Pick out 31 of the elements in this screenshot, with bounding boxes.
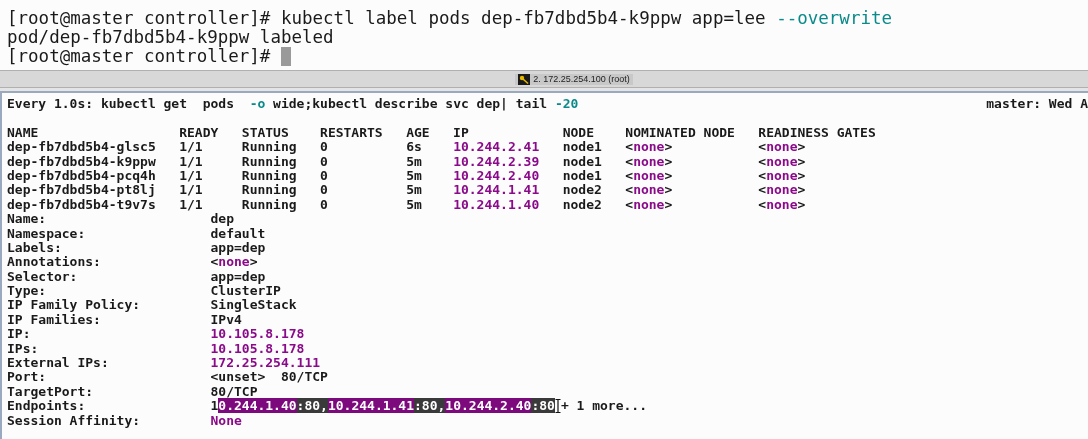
text-cursor [280, 47, 291, 66]
terminal-line: dep-fb7dbd5b4-k9ppw 1/1 Running 0 5m 10.244.2.39 node1 <none> <none> [7, 154, 807, 169]
terminal-line: pod/dep-fb7dbd5b4-k9ppw labeled [7, 28, 335, 47]
terminal-line: dep-fb7dbd5b4-pt8lj 1/1 Running 0 5m 10.244.1.41 node2 <none> <none> [7, 183, 807, 198]
terminal-text: [root@master controller]# [7, 46, 272, 66]
terminal-line: Every 1.0s: kubectl get pods -o wide;kubectl describe svc dep| tail -20 [7, 97, 579, 112]
terminal-line: IP: 10.105.8.178 [7, 327, 306, 342]
selected-text: 0.244.1.40:80,10.244.1.41:80,10.244.2.40:80 [218, 398, 555, 414]
terminal-text: + 1 more... [560, 398, 647, 414]
terminal-line: [root@master controller]# kubectl label pods dep-fb7dbd5b4-k9ppw app=lee --overwrite [7, 9, 894, 28]
terminal-line: IP Families: IPv4 [7, 312, 242, 328]
terminal-line: master: Wed A [986, 97, 1088, 112]
terminal-text: Endpoints: 1 [7, 398, 219, 414]
terminal-line: Name: dep [7, 212, 235, 227]
terminal-line: External IPs: 172.25.254.111 [7, 356, 322, 371]
terminal-line: Annotations: <none> [7, 255, 258, 270]
terminal-line: Port: <unset> 80/TCP [7, 370, 329, 385]
terminal-line: IP Family Policy: SingleStack [7, 298, 298, 313]
terminal-line: dep-fb7dbd5b4-pcq4h 1/1 Running 0 5m 10.244.2.40 node1 <none> <none> [7, 168, 807, 183]
terminal-line: Selector: app=dep [7, 269, 267, 285]
terminal-line: Namespace: default [7, 226, 267, 241]
terminal-line: Labels: app=dep [7, 240, 267, 256]
terminal-line: NAME READY STATUS RESTARTS AGE IP NODE NOMINATED NODE READINESS GATES [7, 125, 877, 141]
key-icon [518, 73, 531, 85]
terminal-line: dep-fb7dbd5b4-t9v7s 1/1 Running 0 5m 10.244.1.40 node2 <none> <none> [7, 197, 807, 213]
terminal-line: Type: ClusterIP [7, 284, 282, 299]
terminal-line: TargetPort: 80/TCP [7, 384, 259, 399]
terminal-line: dep-fb7dbd5b4-glsc5 1/1 Running 0 6s 10.244.2.41 node1 <none> <none> [7, 140, 807, 155]
i-beam-pointer-icon [554, 399, 561, 414]
terminal-line: IPs: 10.105.8.178 [7, 341, 306, 357]
terminal-line: Session Affinity: None [7, 413, 243, 428]
